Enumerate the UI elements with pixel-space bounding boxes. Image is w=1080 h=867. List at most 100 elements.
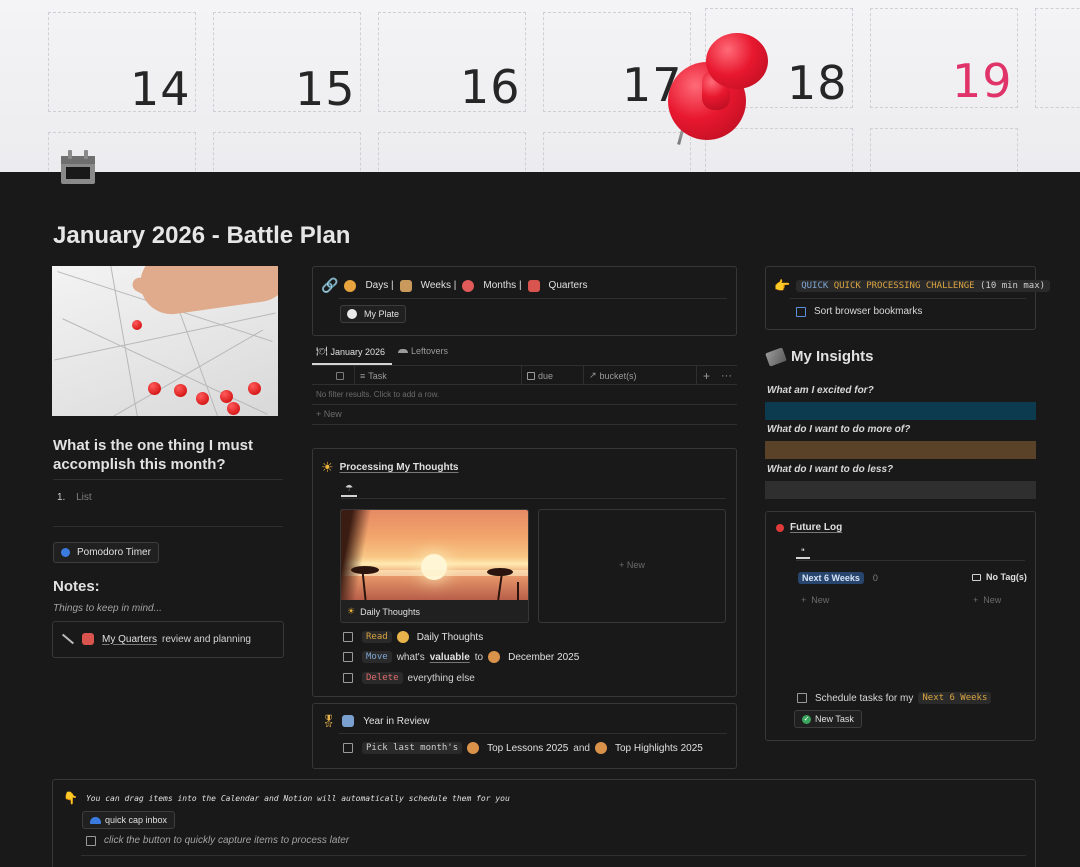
pin-icon — [776, 523, 784, 532]
insight-question: What am I excited for? — [767, 385, 874, 396]
no-tags-group[interactable]: No Tag(s) — [972, 572, 1027, 582]
telescope-icon — [765, 346, 787, 367]
task-text: to — [474, 651, 484, 663]
buckets-column-header[interactable]: ↗ bucket(s) — [589, 366, 637, 385]
tab-label: January 2026 — [330, 346, 385, 357]
calendar-day-number: 16 — [460, 60, 521, 114]
calendar-cell — [543, 132, 691, 172]
days-icon — [344, 279, 357, 292]
insight-answer-block[interactable] — [765, 481, 1036, 499]
nav-months[interactable]: Months | — [483, 280, 521, 291]
column-label: bucket(s) — [599, 370, 637, 381]
task-text: Sort browser bookmarks — [814, 306, 923, 317]
list-number: 1. — [57, 492, 66, 503]
arrows-icon — [342, 715, 355, 727]
due-column-header[interactable]: due — [527, 366, 553, 385]
table-header: ≡ Task due ↗ bucket(s) + ··· — [312, 365, 737, 385]
insights-title: My Insights — [791, 348, 874, 365]
sun-icon: ☀ — [321, 459, 334, 475]
sun-cloud-icon — [396, 631, 409, 643]
nav-weeks[interactable]: Weeks | — [421, 280, 457, 291]
database-view-tabs: 🍽 January 2026 Leftovers — [312, 344, 737, 366]
top-highlights-link[interactable]: Top Highlights 2025 — [615, 743, 703, 754]
new-task-button[interactable]: ✓ New Task — [794, 710, 862, 728]
daily-thoughts-link[interactable]: Daily Thoughts — [417, 632, 484, 643]
column-label: Task — [368, 370, 387, 381]
task-code: Pick last month's — [362, 742, 463, 754]
task-checkbox[interactable] — [343, 632, 353, 642]
task-checkbox[interactable] — [343, 673, 353, 683]
add-property-button[interactable]: + — [703, 366, 710, 385]
gallery-view-tab[interactable]: ☂ — [341, 479, 357, 497]
nav-quarters[interactable]: Quarters — [549, 280, 588, 291]
pomodoro-label: Pomodoro Timer — [77, 547, 151, 558]
my-plate-button[interactable]: My Plate — [340, 305, 407, 323]
year-in-review-link[interactable]: Year in Review — [363, 716, 429, 727]
divider — [339, 298, 727, 299]
read-tag: Read — [362, 631, 392, 643]
plate-icon — [347, 309, 357, 319]
nav-days[interactable]: Days | — [365, 280, 393, 291]
quick-cap-inbox-button[interactable]: quick cap inbox — [82, 811, 176, 829]
more-options-button[interactable]: ··· — [721, 366, 732, 385]
sunset-image — [341, 510, 528, 601]
relation-arrow-icon: ↗ — [589, 370, 597, 380]
link-icon: 🔗 — [321, 277, 339, 293]
divider — [312, 424, 737, 425]
move-tag: Move — [362, 651, 392, 663]
tab-label: Leftovers — [411, 346, 449, 356]
divider — [53, 479, 283, 480]
task-checkbox[interactable] — [343, 652, 353, 662]
month-icon — [488, 651, 501, 663]
tab-january-2026[interactable]: 🍽 January 2026 — [316, 346, 385, 357]
task-text: what's — [396, 651, 425, 663]
calendar-cell — [378, 132, 526, 172]
calendar-cell — [1035, 8, 1080, 108]
hint-text: click the button to quickly capture item… — [104, 835, 350, 846]
insight-question: What do I want to do more of? — [767, 424, 911, 435]
calendar-day-number: 15 — [295, 62, 356, 116]
calendar-icon — [82, 633, 94, 645]
task-read: Read Daily Thoughts — [343, 631, 483, 643]
stopwatch-icon — [61, 548, 70, 557]
calendar-day-number: 18 — [787, 56, 848, 110]
board-new-button[interactable]: + New — [973, 595, 1001, 605]
task-text: Schedule tasks for my — [815, 692, 914, 704]
numbered-list-item[interactable]: 1. List — [57, 492, 92, 503]
board-new-button[interactable]: + New — [801, 595, 829, 605]
top-lessons-link[interactable]: Top Lessons 2025 — [487, 743, 568, 754]
pomodoro-timer-button[interactable]: Pomodoro Timer — [53, 542, 159, 563]
task-checkbox[interactable] — [797, 693, 807, 703]
next-6-weeks-group[interactable]: Next 6 Weeks — [798, 572, 864, 584]
plus-icon: + — [973, 595, 979, 605]
daily-thoughts-gallery-card[interactable]: ☀ Daily Thoughts — [340, 509, 529, 623]
calendar-icon[interactable] — [58, 150, 98, 186]
gallery-new-card[interactable]: + New — [538, 509, 726, 623]
task-checkbox[interactable] — [343, 743, 353, 753]
new-task-label: New Task — [815, 714, 854, 724]
insight-answer-block[interactable] — [765, 402, 1036, 420]
next-6-weeks-code: Next 6 Weeks — [918, 692, 992, 704]
board-view-tab[interactable]: ⁍ — [796, 541, 810, 559]
quarters-text: review and planning — [162, 633, 251, 645]
new-row-button[interactable]: + New — [316, 409, 342, 419]
check-circle-icon: ✓ — [802, 714, 811, 724]
group-count: 0 — [872, 573, 878, 583]
checkbox-column-header[interactable] — [336, 366, 344, 385]
task-column-header[interactable]: ≡ Task — [360, 366, 387, 385]
task-checkbox[interactable] — [86, 835, 96, 846]
challenge-code-rest: (10 min max) — [980, 281, 1046, 291]
december-link[interactable]: December 2025 — [508, 652, 579, 663]
cap-icon — [90, 816, 101, 824]
quarters-link[interactable]: My Quarters — [102, 634, 157, 645]
insight-answer-block[interactable] — [765, 441, 1036, 459]
processing-title-link[interactable]: Processing My Thoughts — [340, 462, 459, 473]
task-checkbox[interactable] — [796, 306, 806, 317]
tab-leftovers[interactable]: Leftovers — [398, 346, 448, 356]
drag-info-text: You can drag items into the Calendar and… — [85, 793, 510, 803]
empty-state-text[interactable]: No filter results. Click to add a row. — [316, 390, 439, 399]
plus-icon: + — [619, 560, 625, 570]
future-log-link[interactable]: Future Log — [790, 522, 842, 533]
group-label: No Tag(s) — [986, 572, 1027, 582]
valuable-link[interactable]: valuable — [430, 652, 470, 663]
